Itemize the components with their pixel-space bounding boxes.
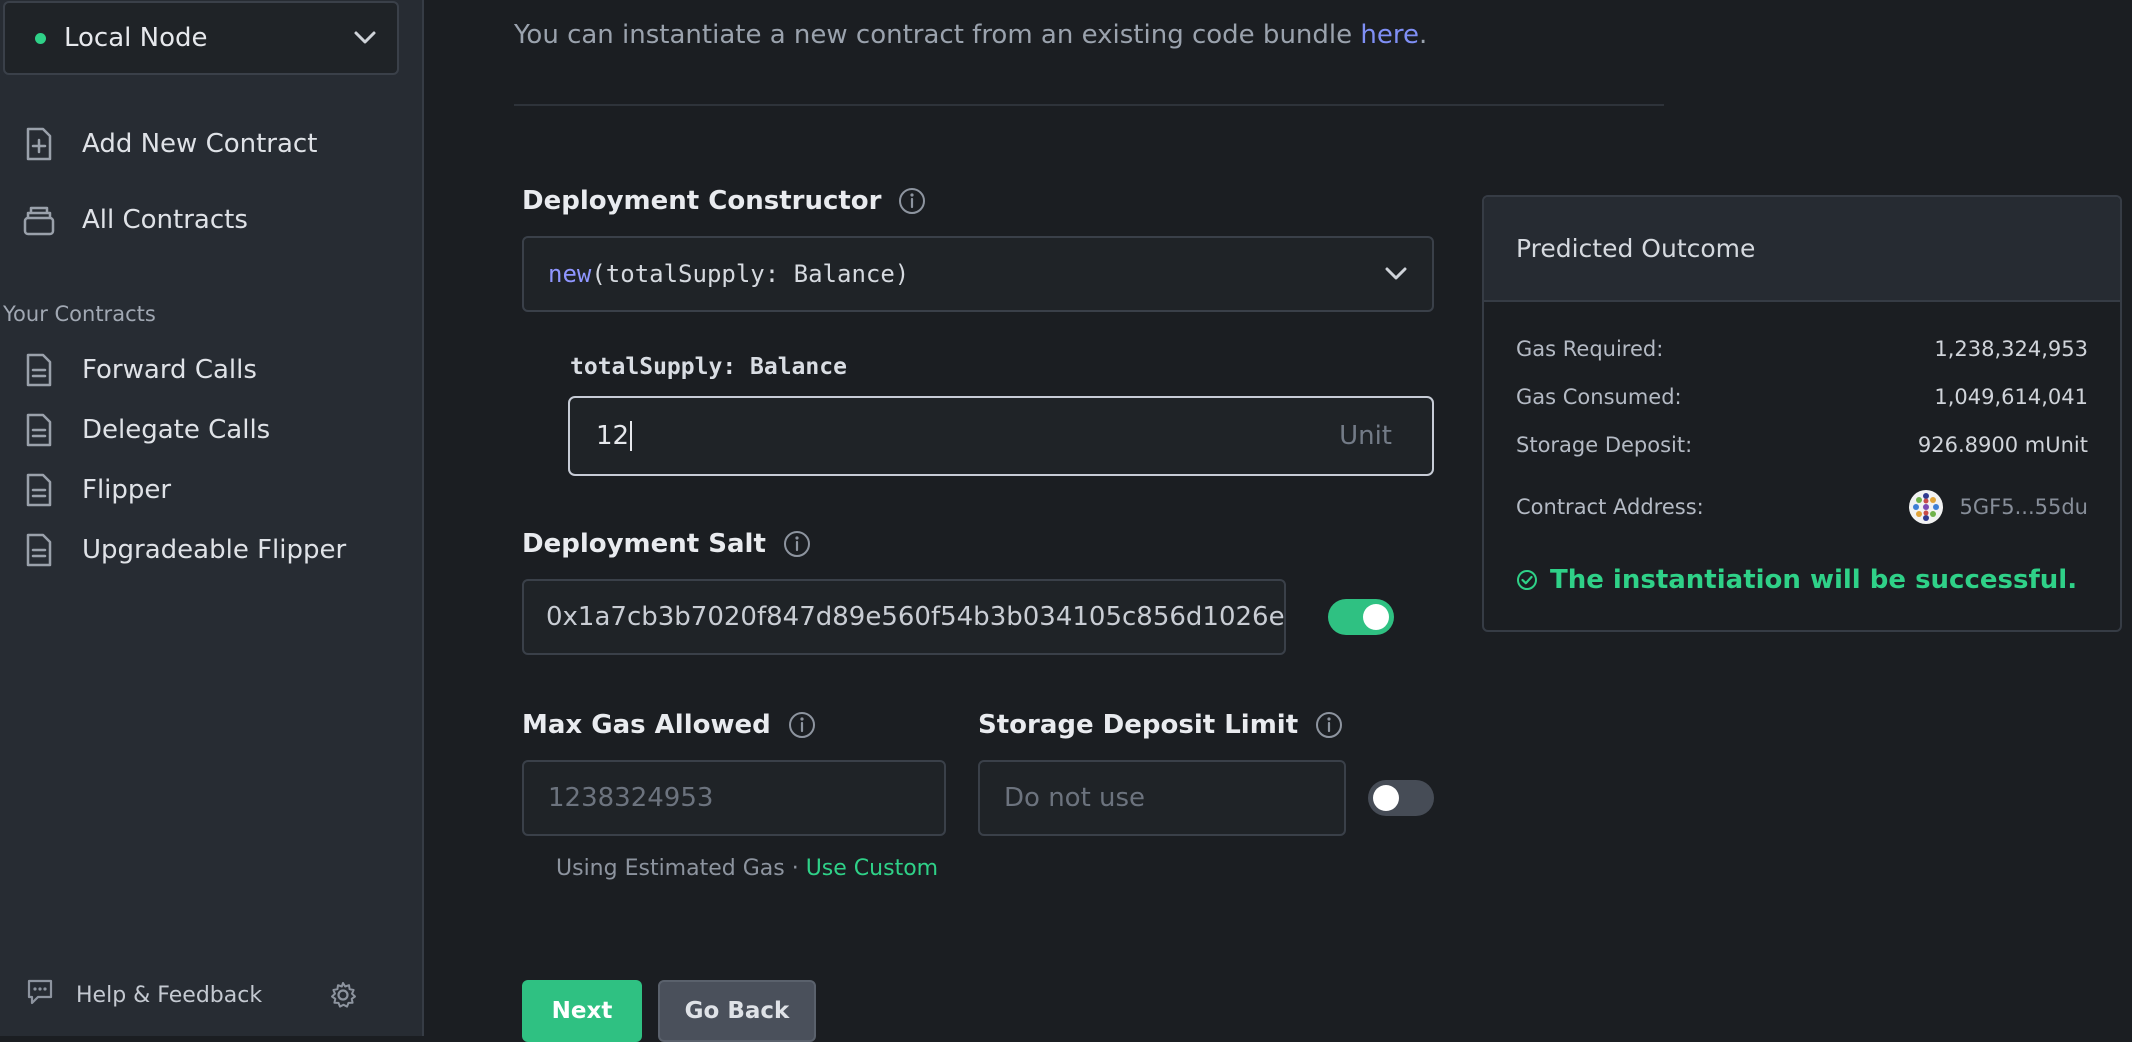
gas-consumed-value: 1,049,614,041 [1934, 385, 2088, 409]
storage-deposit-row: Storage Deposit: 926.8900 mUnit [1516, 433, 2088, 457]
document-icon [22, 532, 56, 568]
divider [514, 104, 1664, 106]
predicted-outcome-panel: Predicted Outcome Gas Required: 1,238,32… [1482, 195, 2122, 632]
storage-deposit-value: 926.8900 mUnit [1917, 433, 2088, 457]
info-icon[interactable] [897, 186, 927, 216]
salt-label: Deployment Salt [522, 529, 812, 559]
intro-text-body: You can instantiate a new contract from … [514, 20, 1361, 50]
chat-bubble-icon [26, 978, 54, 1012]
constructor-fn-name: new [548, 260, 592, 288]
storage-limit-label-text: Storage Deposit Limit [978, 710, 1299, 740]
identicon-avatar [1908, 489, 1944, 525]
node-label: Local Node [64, 23, 208, 53]
info-icon[interactable] [1314, 710, 1344, 740]
contract-address-row: Contract Address: 5GF5...55du [1516, 489, 2088, 525]
sidebar: Local Node Add New Contract All Contract… [0, 0, 424, 1036]
nav-all-contracts[interactable]: All Contracts [22, 202, 248, 238]
file-plus-icon [22, 126, 56, 162]
next-button[interactable]: Next [522, 980, 642, 1042]
contract-item-label: Delegate Calls [82, 415, 271, 445]
document-icon [22, 352, 56, 388]
document-icon [22, 472, 56, 508]
storage-limit-toggle[interactable] [1368, 780, 1434, 816]
gas-required-value: 1,238,324,953 [1934, 337, 2088, 361]
info-icon[interactable] [782, 529, 812, 559]
constructor-fn-args: (totalSupply: Balance) [591, 260, 910, 288]
contract-item-upgradeable-flipper[interactable]: Upgradeable Flipper [22, 532, 346, 568]
gas-hint-text: Using Estimated Gas [556, 856, 785, 881]
unit-suffix: Unit [1339, 421, 1392, 451]
help-feedback-label: Help & Feedback [76, 982, 263, 1008]
your-contracts-heading: Your Contracts [3, 302, 156, 326]
nav-all-contracts-label: All Contracts [82, 205, 248, 235]
contract-item-forward-calls[interactable]: Forward Calls [22, 352, 257, 388]
storage-deposit-label: Storage Deposit: [1516, 433, 1693, 457]
max-gas-label-text: Max Gas Allowed [522, 710, 771, 740]
total-supply-label: totalSupply: Balance [570, 354, 847, 380]
max-gas-label: Max Gas Allowed [522, 710, 817, 740]
node-status-dot [35, 32, 46, 44]
storage-limit-placeholder: Do not use [1004, 783, 1146, 813]
nav-add-new-contract-label: Add New Contract [82, 129, 318, 159]
node-selector[interactable]: Local Node [3, 1, 399, 75]
gear-icon[interactable] [328, 980, 358, 1014]
max-gas-input[interactable]: 1238324953 [522, 760, 946, 836]
check-circle-icon [1516, 569, 1538, 591]
predicted-outcome-title: Predicted Outcome [1484, 197, 2120, 302]
salt-toggle[interactable] [1328, 599, 1394, 635]
use-custom-gas-link[interactable]: Use Custom [806, 856, 938, 881]
contract-item-delegate-calls[interactable]: Delegate Calls [22, 412, 270, 448]
gas-consumed-label: Gas Consumed: [1516, 385, 1682, 409]
constructor-label: Deployment Constructor [522, 186, 927, 216]
salt-value: 0x1a7cb3b7020f847d89e560f54b3b034105c856… [546, 602, 1286, 632]
success-message: The instantiation will be successful. [1516, 565, 2077, 595]
document-icon [22, 412, 56, 448]
text-caret [630, 421, 633, 452]
constructor-label-text: Deployment Constructor [522, 186, 882, 216]
contract-item-label: Flipper [82, 475, 172, 505]
nav-add-new-contract[interactable]: Add New Contract [22, 126, 317, 162]
toggle-knob [1363, 604, 1389, 630]
max-gas-placeholder: 1238324953 [548, 783, 714, 813]
intro-text-end: . [1418, 20, 1428, 50]
gas-hint-separator: · [791, 856, 799, 881]
gas-hint: Using Estimated Gas · Use Custom [556, 856, 938, 881]
intro-text: You can instantiate a new contract from … [514, 20, 1427, 50]
storage-limit-input[interactable]: Do not use [978, 760, 1346, 836]
help-feedback-link[interactable]: Help & Feedback [26, 978, 262, 1012]
salt-label-text: Deployment Salt [522, 529, 766, 559]
chevron-down-icon [1382, 260, 1410, 288]
salt-input[interactable]: 0x1a7cb3b7020f847d89e560f54b3b034105c856… [522, 579, 1286, 655]
constructor-select[interactable]: new(totalSupply: Balance) [522, 236, 1434, 312]
toggle-knob [1373, 785, 1399, 811]
contract-item-label: Forward Calls [82, 355, 257, 385]
contract-item-flipper[interactable]: Flipper [22, 472, 171, 508]
storage-limit-label: Storage Deposit Limit [978, 710, 1344, 740]
gas-required-row: Gas Required: 1,238,324,953 [1516, 337, 2088, 361]
go-back-button[interactable]: Go Back [658, 980, 816, 1042]
total-supply-value: 12 [596, 420, 630, 451]
total-supply-input[interactable]: 12 Unit [568, 396, 1434, 476]
chevron-down-icon [351, 24, 379, 52]
stack-icon [22, 202, 56, 238]
code-bundle-link[interactable]: here [1360, 20, 1419, 50]
contract-item-label: Upgradeable Flipper [82, 535, 347, 565]
info-icon[interactable] [787, 710, 817, 740]
contract-address-label: Contract Address: [1516, 495, 1704, 519]
gas-required-label: Gas Required: [1516, 337, 1664, 361]
gas-consumed-row: Gas Consumed: 1,049,614,041 [1516, 385, 2088, 409]
contract-address-value: 5GF5...55du [1959, 495, 2088, 519]
success-message-text: The instantiation will be successful. [1550, 565, 2078, 595]
